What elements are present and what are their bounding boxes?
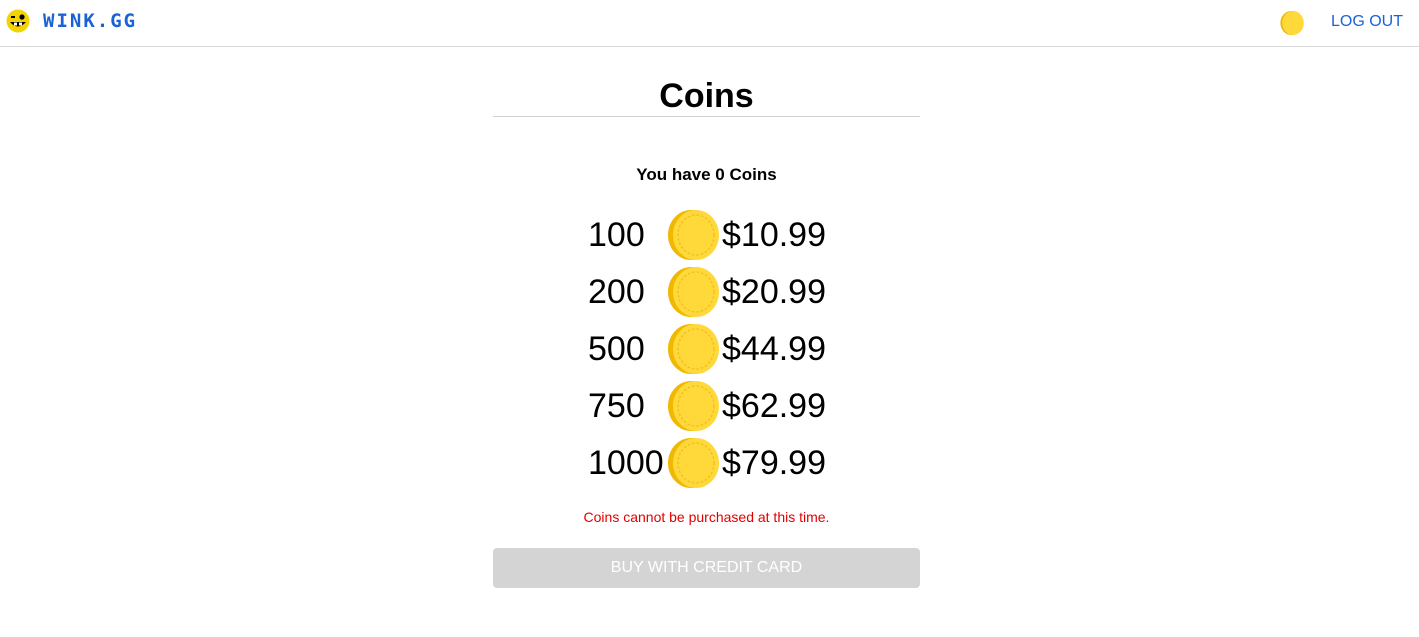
coin-icon [668,323,719,374]
logout-link[interactable]: LOG OUT [1331,12,1403,32]
page-title: Coins [659,77,754,115]
package-coin-amount: 200 [588,272,645,311]
winking-face-icon [6,9,30,33]
buy-with-credit-card-button[interactable]: BUY WITH CREDIT CARD [493,548,920,588]
package-price: $20.99 [722,272,826,311]
coin-icon [668,437,719,488]
coin-icon [668,380,719,431]
coin-balance: You have 0 Coins [636,165,777,184]
package-price: $10.99 [722,215,826,254]
package-coin-amount: 100 [588,215,645,254]
coin-package-list: 100 $10.99 200 $20.99 500 $44.99 750 $62… [493,206,920,491]
package-coin-amount: 750 [588,386,645,425]
purchase-error-message: Coins cannot be purchased at this time. [583,509,830,525]
coin-package-option[interactable]: 1000 $79.99 [493,434,920,491]
coin-icon[interactable] [1279,10,1305,36]
coin-package-option[interactable]: 500 $44.99 [493,320,920,377]
package-price: $44.99 [722,329,826,368]
package-price: $79.99 [722,443,826,482]
package-coin-amount: 1000 [588,443,664,482]
coin-icon [668,209,719,260]
coin-package-option[interactable]: 750 $62.99 [493,377,920,434]
title-divider [493,116,920,117]
coin-package-option[interactable]: 100 $10.99 [493,206,920,263]
coins-panel: Coins You have 0 Coins 100 $10.99 200 $2… [493,47,920,588]
home-logo-link[interactable]: WINK.GG [6,9,137,33]
top-navigation-bar: WINK.GG LOG OUT [0,0,1419,47]
package-price: $62.99 [722,386,826,425]
brand-name: WINK.GG [43,10,138,32]
coin-icon [668,266,719,317]
package-coin-amount: 500 [588,329,645,368]
coin-package-option[interactable]: 200 $20.99 [493,263,920,320]
